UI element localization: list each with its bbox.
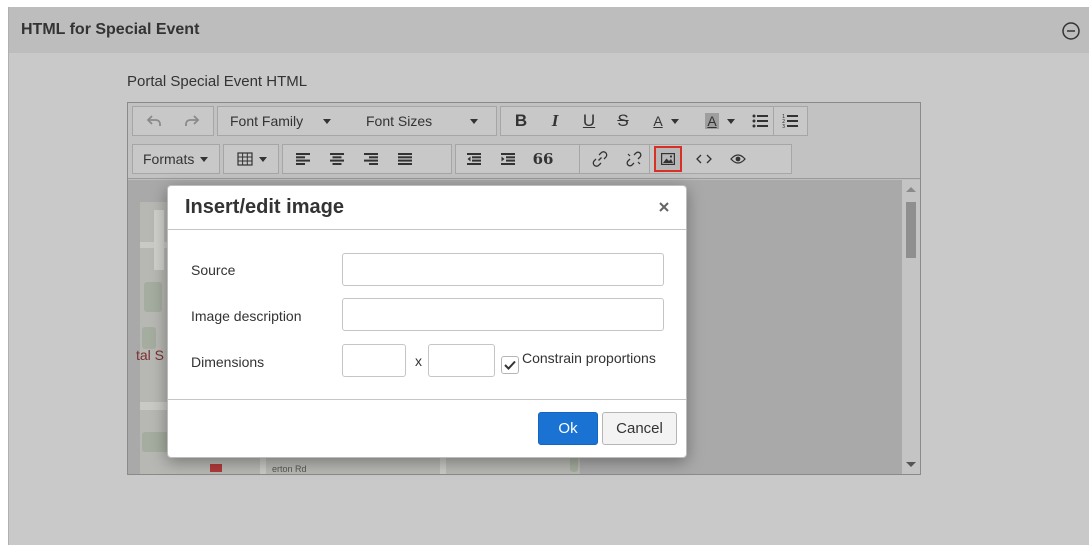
- svg-text:3: 3: [782, 124, 785, 129]
- align-left-icon[interactable]: [289, 145, 317, 173]
- cancel-button[interactable]: Cancel: [602, 412, 677, 445]
- indent-group: 66: [455, 144, 580, 174]
- underline-button[interactable]: U: [575, 107, 603, 135]
- strikethrough-button[interactable]: S: [609, 107, 637, 135]
- link-icon[interactable]: [586, 145, 614, 173]
- link-group: [580, 144, 650, 174]
- image-description-label: Image description: [191, 308, 302, 324]
- list-group: 123: [774, 106, 808, 136]
- dialog-title: Insert/edit image: [185, 196, 344, 218]
- formats-dropdown[interactable]: Formats: [133, 145, 219, 173]
- constrain-proportions-label[interactable]: Constrain proportions: [522, 350, 656, 366]
- media-group: [650, 144, 792, 174]
- dialog-footer: Ok Cancel: [168, 399, 686, 457]
- dimensions-separator: x: [415, 353, 422, 369]
- panel-header[interactable]: HTML for Special Event: [9, 7, 1089, 53]
- code-icon[interactable]: [690, 145, 718, 173]
- text-color-button[interactable]: A: [641, 107, 691, 135]
- align-group: [282, 144, 452, 174]
- unlink-icon[interactable]: [620, 145, 648, 173]
- dialog-header: Insert/edit image: [168, 186, 686, 230]
- numbered-list-icon[interactable]: 123: [776, 107, 804, 135]
- background-color-button[interactable]: A: [695, 107, 745, 135]
- bullet-list-icon[interactable]: [747, 107, 773, 135]
- bold-button[interactable]: B: [507, 107, 535, 135]
- indent-icon[interactable]: [494, 145, 522, 173]
- font-sizes-dropdown[interactable]: Font Sizes: [356, 107, 496, 135]
- redo-icon[interactable]: [177, 107, 207, 135]
- editor-scrollbar[interactable]: [902, 180, 920, 474]
- height-input[interactable]: [428, 344, 495, 377]
- table-icon[interactable]: [228, 145, 276, 173]
- scroll-thumb[interactable]: [906, 202, 916, 258]
- preview-icon[interactable]: [724, 145, 752, 173]
- format-group: B I U S A A: [500, 106, 774, 136]
- image-description-input[interactable]: [342, 298, 664, 331]
- panel-title: HTML for Special Event: [21, 21, 200, 38]
- formats-group: Formats: [132, 144, 220, 174]
- minus-circle-icon[interactable]: [1061, 21, 1081, 41]
- map-text: tal S: [136, 347, 165, 363]
- source-input[interactable]: [342, 253, 664, 286]
- history-group: [132, 106, 214, 136]
- align-center-icon[interactable]: [323, 145, 351, 173]
- toolbar-row-2: Formats 66: [128, 141, 920, 179]
- scroll-up-icon[interactable]: [906, 187, 916, 192]
- close-icon[interactable]: [656, 199, 672, 215]
- font-family-dropdown[interactable]: Font Family: [220, 107, 356, 135]
- outdent-icon[interactable]: [460, 145, 488, 173]
- table-group: [223, 144, 279, 174]
- font-group: Font Family Font Sizes: [217, 106, 497, 136]
- width-input[interactable]: [342, 344, 406, 377]
- constrain-proportions-checkbox[interactable]: [501, 356, 519, 374]
- source-label: Source: [191, 262, 236, 278]
- blockquote-icon[interactable]: 66: [528, 145, 558, 173]
- image-icon[interactable]: [654, 146, 682, 172]
- toolbar-row-1: Font Family Font Sizes B I U S A A 1 2 3: [128, 103, 920, 141]
- align-right-icon[interactable]: [357, 145, 385, 173]
- italic-button[interactable]: I: [541, 107, 569, 135]
- insert-image-dialog: Insert/edit image Source Image descripti…: [167, 185, 687, 458]
- dimensions-label: Dimensions: [191, 354, 265, 370]
- scroll-down-icon[interactable]: [906, 462, 916, 467]
- align-justify-icon[interactable]: [391, 145, 419, 173]
- map-road-label: erton Rd: [272, 464, 307, 474]
- field-label: Portal Special Event HTML: [127, 73, 308, 90]
- ok-button[interactable]: Ok: [538, 412, 598, 445]
- undo-icon[interactable]: [139, 107, 169, 135]
